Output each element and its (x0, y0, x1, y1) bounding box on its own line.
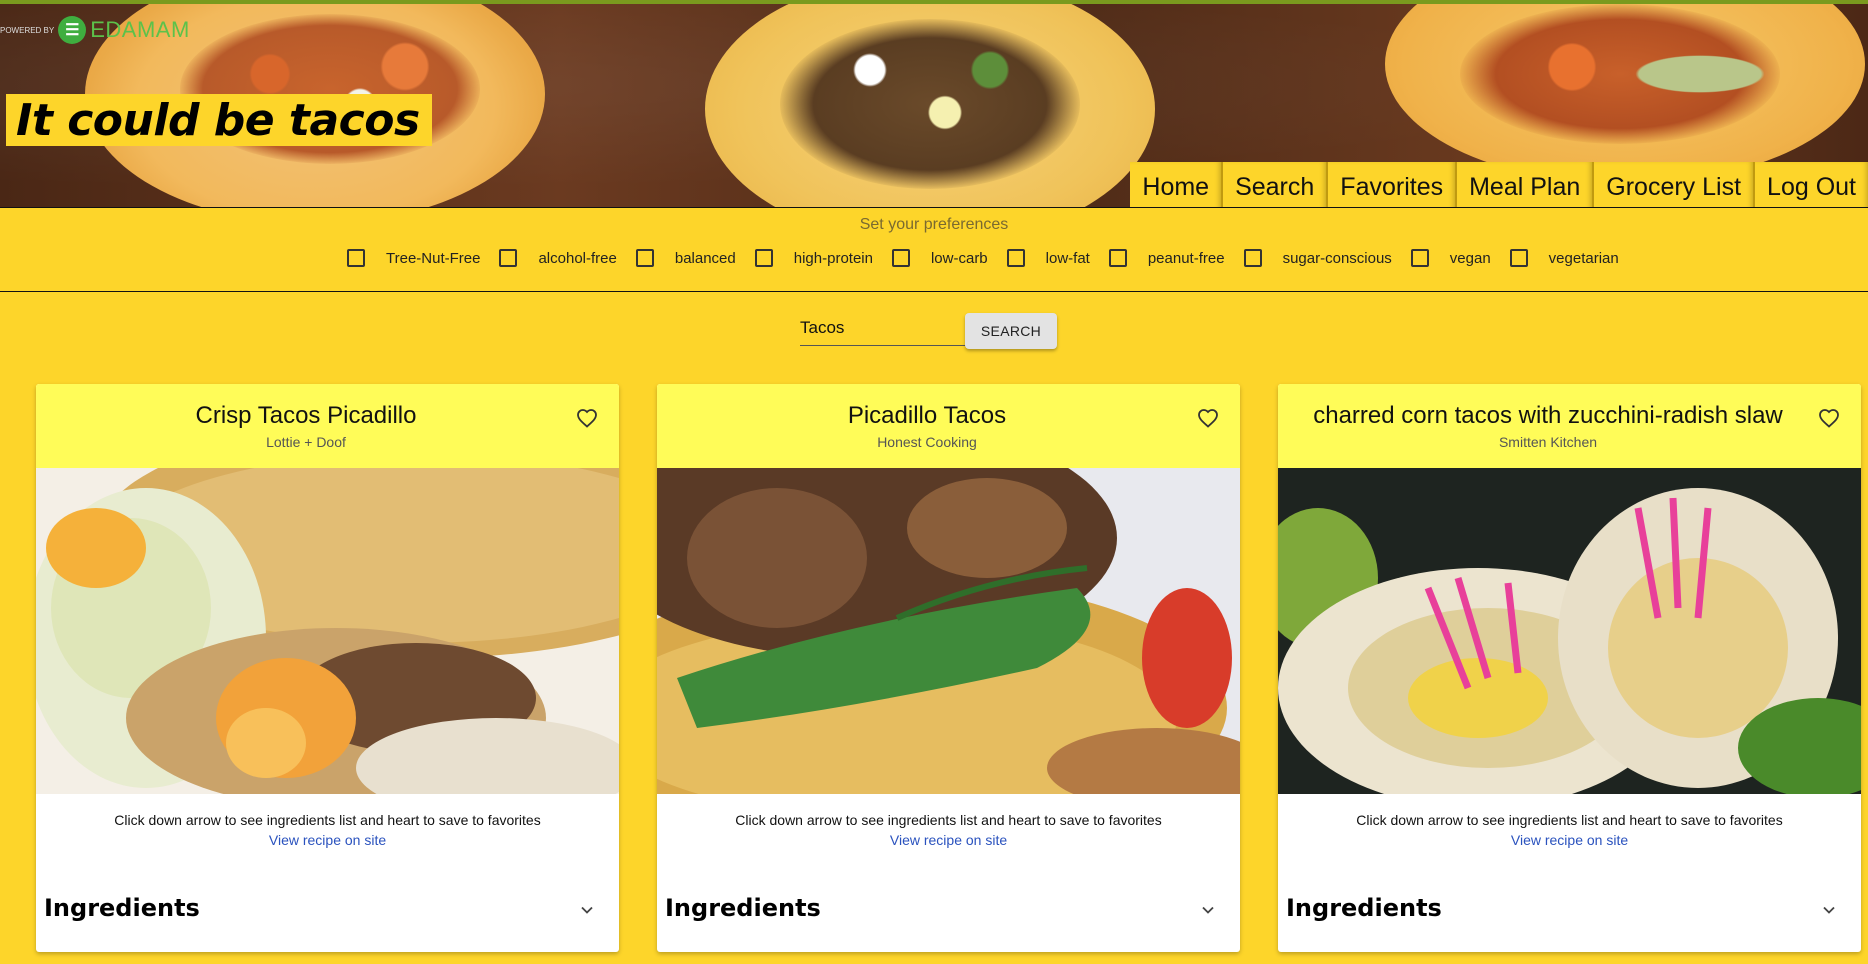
recipe-card-header: Crisp Tacos Picadillo Lottie + Doof (36, 384, 619, 468)
recipe-card-header: charred corn tacos with zucchini-radish … (1278, 384, 1861, 468)
checkbox-icon[interactable] (499, 249, 518, 267)
ingredients-heading: Ingredients (44, 894, 200, 922)
chevron-down-icon[interactable] (1198, 900, 1218, 920)
pref-low-carb[interactable]: low-carb (891, 249, 988, 267)
recipe-source: Lottie + Doof (266, 434, 346, 450)
checkbox-icon[interactable] (1006, 249, 1025, 267)
recipe-image-graphic (1278, 468, 1861, 794)
recipe-image (1278, 468, 1861, 794)
pref-tree-nut-free[interactable]: Tree-Nut-Free (347, 249, 480, 267)
taco-filling-center (780, 19, 1080, 189)
recipe-instructions: Click down arrow to see ingredients list… (114, 812, 541, 828)
main-nav: Home Search Favorites Meal Plan Grocery … (1130, 162, 1868, 207)
chevron-down-icon[interactable] (1819, 900, 1839, 920)
powered-by-label: POWERED BY (0, 25, 55, 35)
recipe-card: Crisp Tacos Picadillo Lottie + Doof Clic… (36, 384, 619, 952)
search-field (800, 312, 965, 346)
nav-home[interactable]: Home (1130, 162, 1222, 207)
site-title-text: It could be tacos (16, 94, 420, 146)
pref-label: alcohol-free (538, 249, 617, 267)
recipe-instructions: Click down arrow to see ingredients list… (1356, 812, 1783, 828)
preferences-panel: Set your preferences Tree-Nut-Free alcoh… (0, 208, 1868, 292)
checkbox-icon[interactable] (754, 249, 773, 267)
checkbox-icon[interactable] (891, 249, 910, 267)
recipe-card: Picadillo Tacos Honest Cooking Click dow… (657, 384, 1240, 952)
nav-search[interactable]: Search (1221, 162, 1327, 207)
search-button[interactable]: SEARCH (965, 313, 1057, 349)
site-title: It could be tacos (6, 94, 432, 146)
nav-log-out[interactable]: Log Out (1753, 162, 1868, 207)
pref-vegetarian[interactable]: vegetarian (1509, 249, 1619, 267)
pref-label: sugar-conscious (1282, 249, 1392, 267)
pref-label: high-protein (793, 249, 873, 267)
recipe-card: charred corn tacos with zucchini-radish … (1278, 384, 1861, 952)
recipe-card-header: Picadillo Tacos Honest Cooking (657, 384, 1240, 468)
heart-icon[interactable] (575, 406, 599, 430)
checkbox-icon[interactable] (347, 249, 365, 267)
recipe-title: Crisp Tacos Picadillo (195, 402, 417, 429)
checkbox-icon[interactable] (1243, 249, 1262, 267)
nav-grocery-list[interactable]: Grocery List (1592, 162, 1754, 207)
heart-icon[interactable] (1196, 406, 1220, 430)
pref-label: low-fat (1045, 249, 1090, 267)
recipe-source: Honest Cooking (877, 434, 977, 450)
recipe-title: Picadillo Tacos (847, 402, 1007, 429)
recipe-image-graphic (36, 468, 619, 794)
pref-label: Tree-Nut-Free (386, 249, 481, 267)
edamam-badge[interactable]: POWERED BY ☰ EDAMAM (0, 16, 190, 44)
recipe-title: charred corn tacos with zucchini-radish … (1313, 402, 1783, 429)
checkbox-icon[interactable] (635, 249, 654, 267)
pref-vegan[interactable]: vegan (1410, 249, 1491, 267)
heart-icon[interactable] (1817, 406, 1841, 430)
pref-label: peanut-free (1147, 249, 1225, 267)
pref-alcohol-free[interactable]: alcohol-free (499, 249, 617, 267)
pref-balanced[interactable]: balanced (635, 249, 736, 267)
pref-label: vegetarian (1548, 249, 1619, 267)
edamam-logo-text: EDAMAM (90, 17, 190, 42)
view-recipe-link[interactable]: View recipe on site (657, 832, 1240, 848)
pref-peanut-free[interactable]: peanut-free (1108, 249, 1225, 267)
chevron-down-icon[interactable] (577, 900, 597, 920)
preferences-title: Set your preferences (859, 216, 1009, 233)
nav-meal-plan[interactable]: Meal Plan (1455, 162, 1593, 207)
checkbox-icon[interactable] (1108, 249, 1127, 267)
recipe-instructions: Click down arrow to see ingredients list… (735, 812, 1162, 828)
recipe-image-graphic (657, 468, 1240, 794)
search-input[interactable] (800, 312, 965, 344)
header-banner: POWERED BY ☰ EDAMAM It could be tacos Ho… (0, 0, 1868, 208)
view-recipe-link[interactable]: View recipe on site (36, 832, 619, 848)
recipe-image (657, 468, 1240, 794)
recipe-source: Smitten Kitchen (1498, 434, 1598, 450)
checkbox-icon[interactable] (1509, 249, 1528, 267)
view-recipe-link[interactable]: View recipe on site (1278, 832, 1861, 848)
recipe-image (36, 468, 619, 794)
pref-sugar-conscious[interactable]: sugar-conscious (1243, 249, 1392, 267)
pref-label: low-carb (930, 249, 988, 267)
pref-low-fat[interactable]: low-fat (1006, 249, 1090, 267)
checkbox-icon[interactable] (1410, 249, 1429, 267)
ingredients-heading: Ingredients (665, 894, 821, 922)
pref-high-protein[interactable]: high-protein (754, 249, 873, 267)
ingredients-heading: Ingredients (1286, 894, 1442, 922)
pref-label: balanced (674, 249, 736, 267)
pref-label: vegan (1449, 249, 1491, 267)
edamam-logo-icon: ☰ (58, 16, 87, 44)
preferences-options: Tree-Nut-Free alcohol-free balanced high… (347, 248, 1638, 268)
taco-filling-right (1460, 4, 1780, 144)
nav-favorites[interactable]: Favorites (1326, 162, 1456, 207)
